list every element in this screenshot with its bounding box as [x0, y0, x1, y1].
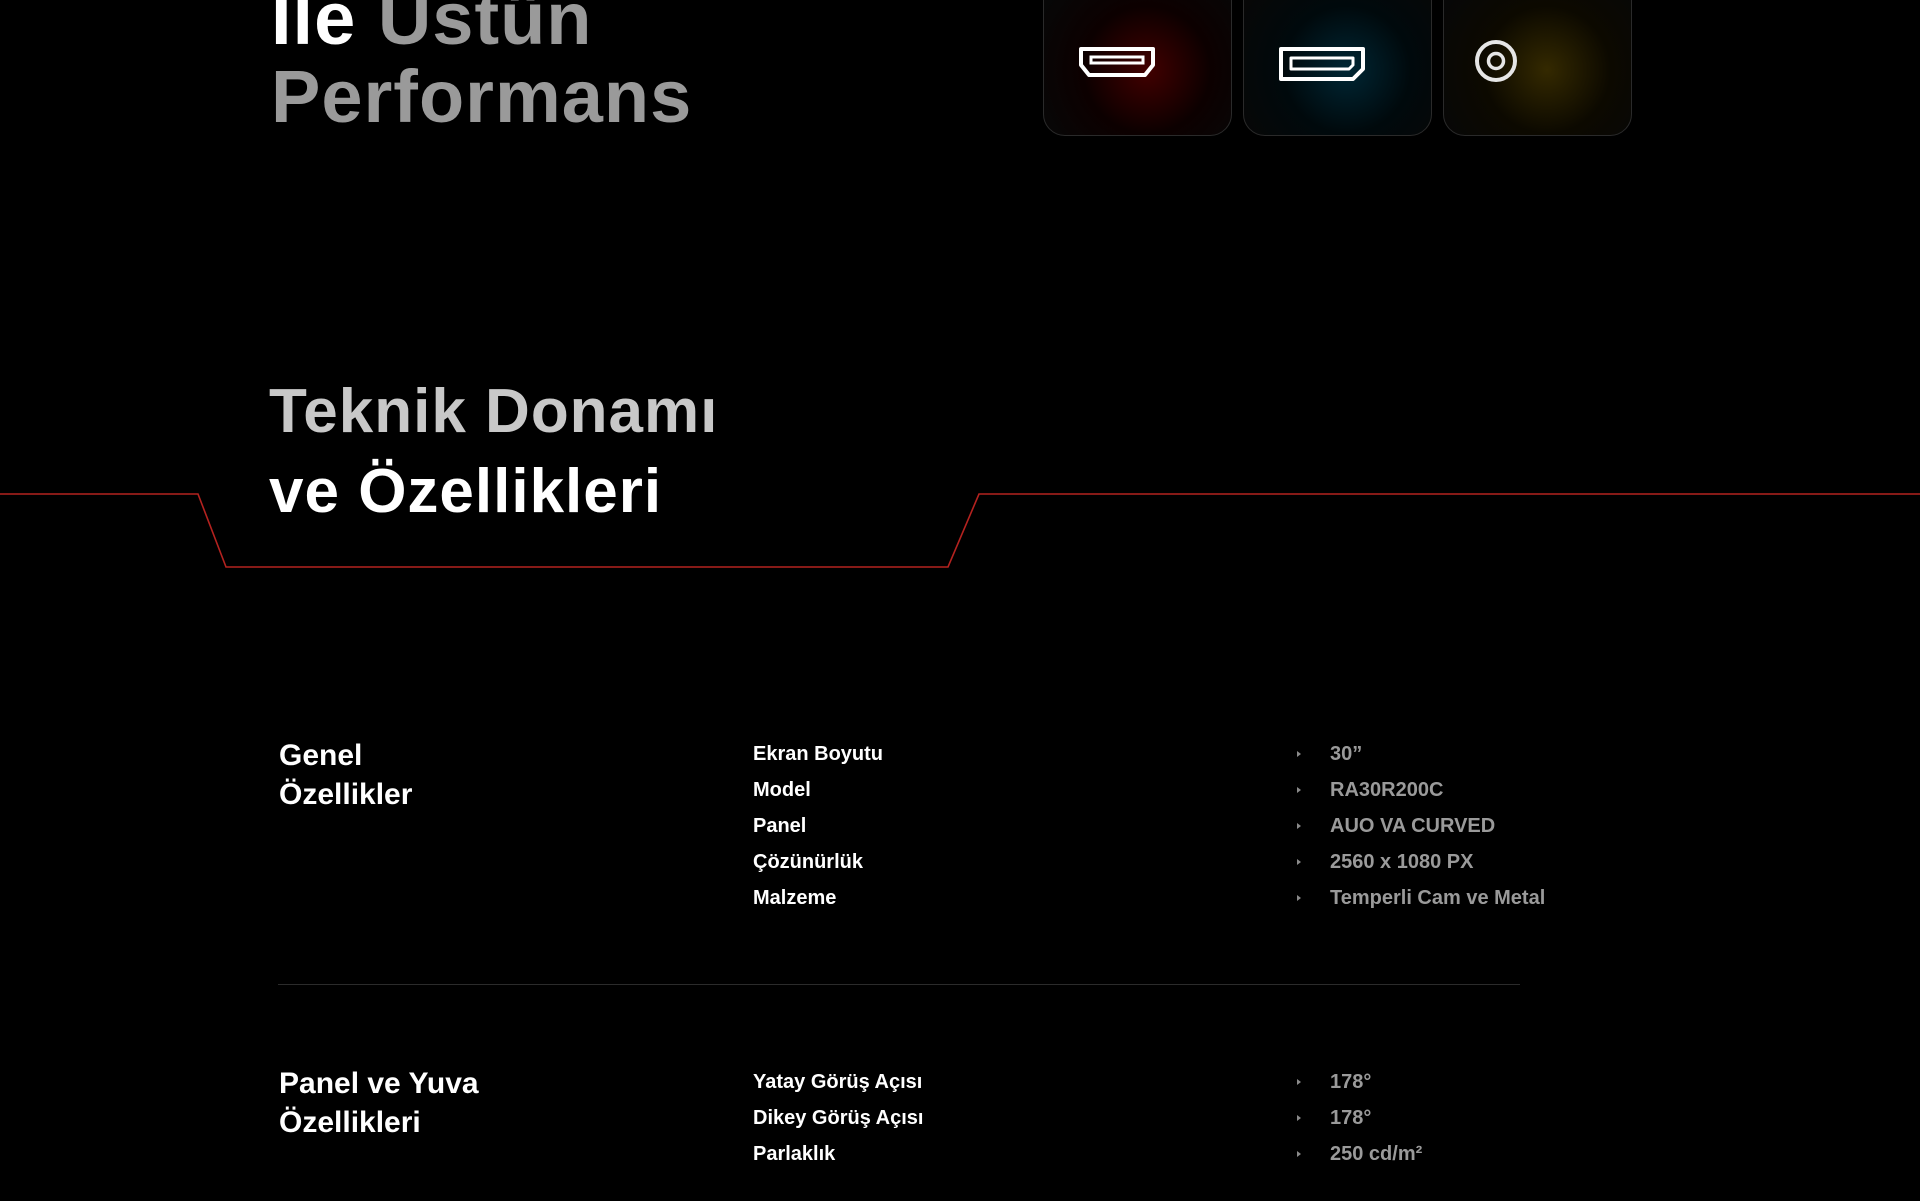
hero-line-1: İle Üstün — [271, 0, 692, 58]
spec-value: 250 cd/m² — [1330, 1143, 1423, 1165]
hero-heading: İle Üstün Performans — [271, 0, 692, 136]
spec-row: Panel AUO VA CURVED — [753, 808, 1513, 844]
spec-label: Malzeme — [753, 887, 837, 909]
port-card-audio[interactable] — [1443, 0, 1632, 136]
hero-word-white: İle — [271, 0, 357, 60]
port-card-hdmi[interactable] — [1043, 0, 1232, 136]
bullet-icon — [1297, 751, 1301, 757]
spec-value: 178° — [1330, 1071, 1372, 1093]
port-cards — [1043, 0, 1632, 136]
spec-label: Dikey Görüş Açısı — [753, 1107, 924, 1129]
port-card-displayport[interactable] — [1243, 0, 1432, 136]
spec-group-title-line-2: Özellikleri — [279, 1106, 421, 1139]
spec-group-title-line-1: Panel ve Yuva — [279, 1067, 479, 1100]
spec-label: Parlaklık — [753, 1143, 836, 1165]
spec-value: RA30R200C — [1330, 779, 1444, 801]
spec-value: Temperli Cam ve Metal — [1330, 887, 1546, 909]
spec-label: Panel — [753, 815, 807, 837]
section-accent-line — [0, 493, 1920, 568]
bullet-icon — [1297, 823, 1301, 829]
section-title-line-1: Teknik Donamı — [269, 377, 719, 446]
spec-value: AUO VA CURVED — [1330, 815, 1496, 837]
hero-word-gray: Üstün — [377, 0, 593, 60]
group-divider — [278, 984, 1520, 985]
spec-group-title: Genel Özellikler — [279, 736, 412, 814]
bullet-icon — [1297, 1115, 1301, 1121]
spec-row: Dikey Görüş Açısı 178° — [753, 1100, 1513, 1136]
bullet-icon — [1297, 1151, 1301, 1157]
spec-label: Yatay Görüş Açısı — [753, 1071, 923, 1093]
spec-group-title: Panel ve Yuva Özellikleri — [279, 1064, 479, 1142]
spec-row: Model RA30R200C — [753, 772, 1513, 808]
bullet-icon — [1297, 1079, 1301, 1085]
bullet-icon — [1297, 787, 1301, 793]
spec-group-title-line-2: Özellikler — [279, 778, 413, 811]
hero-line-2: Performans — [271, 55, 693, 138]
audio-jack-icon — [1475, 40, 1517, 82]
spec-row: Yatay Görüş Açısı 178° — [753, 1064, 1513, 1100]
bullet-icon — [1297, 859, 1301, 865]
spec-label: Ekran Boyutu — [753, 743, 884, 765]
spec-value: 178° — [1330, 1107, 1372, 1129]
spec-label: Çözünürlük — [753, 851, 863, 873]
bullet-icon — [1297, 895, 1301, 901]
spec-row: Çözünürlük 2560 x 1080 PX — [753, 844, 1513, 880]
spec-row: Malzeme Temperli Cam ve Metal — [753, 880, 1545, 916]
spec-label: Model — [753, 779, 811, 801]
spec-row: Parlaklık 250 cd/m² — [753, 1136, 1513, 1172]
spec-row: Ekran Boyutu 30” — [753, 736, 1513, 772]
spec-group-title-line-1: Genel — [279, 739, 363, 772]
spec-value: 30” — [1330, 743, 1363, 765]
hdmi-port-icon — [1079, 47, 1155, 77]
displayport-icon — [1279, 47, 1365, 81]
spec-value: 2560 x 1080 PX — [1330, 851, 1474, 873]
